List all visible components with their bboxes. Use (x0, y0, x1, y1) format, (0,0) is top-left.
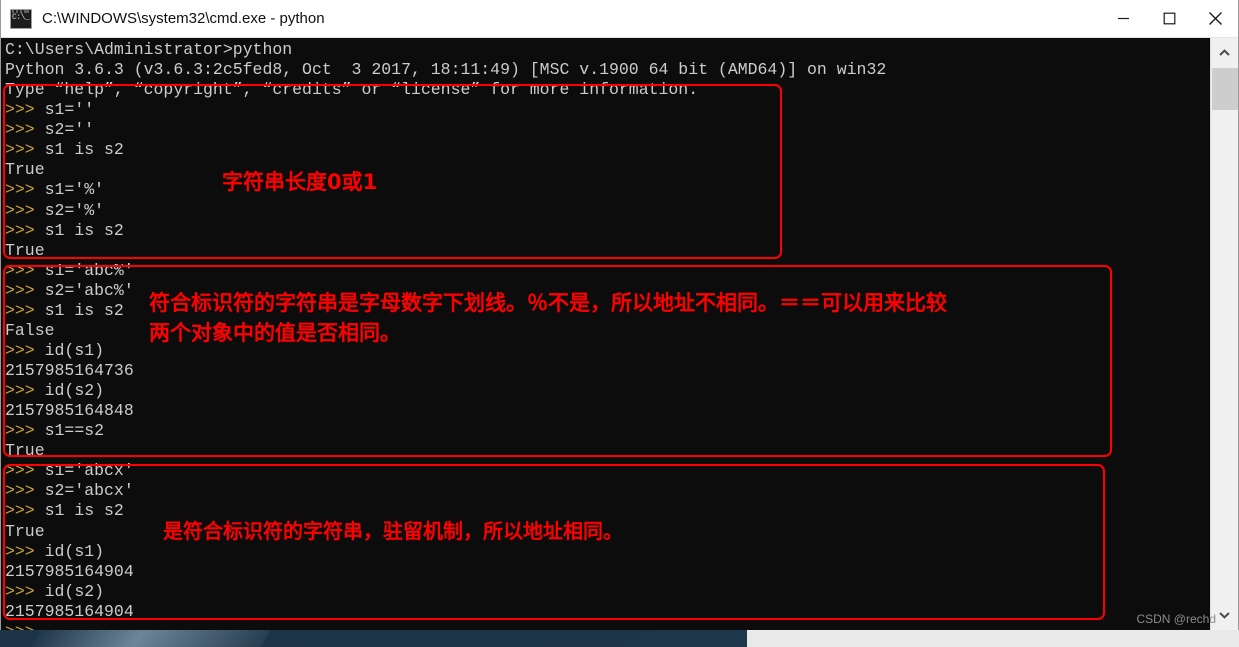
console-prompt: >>> (5, 340, 35, 360)
window-controls (1100, 0, 1238, 37)
console-line-text: s2='abc%' (34, 280, 134, 300)
console-line: >>> s1='abcx' (5, 461, 1212, 481)
cmd-window: C:\WINDOWS\system32\cmd.exe - python ) ≡… (0, 0, 1239, 630)
console-line-text: s1==s2 (34, 421, 105, 441)
console-prompt: >>> (5, 220, 35, 240)
console-prompt: >>> (5, 381, 35, 401)
console-line-text: 2157985164904 (5, 561, 134, 581)
console-line: False (5, 321, 1212, 341)
console-line-text: False (5, 320, 55, 340)
console-line-text: id(s2) (34, 381, 105, 401)
console-line: Python 3.6.3 (v3.6.3:2c5fed8, Oct 3 2017… (5, 60, 1212, 80)
console-line-text: 2157985164904 (5, 601, 134, 621)
console-line: >>> id(s2) (5, 582, 1212, 602)
console-prompt: >>> (5, 300, 35, 320)
console-output[interactable]: C:\Users\Administrator>python Python 3.6.… (1, 38, 1212, 630)
console-prompt: >>> (5, 541, 35, 561)
console-line: >>> (5, 622, 1212, 630)
console-line-text: C:\Users\Administrator>python (5, 40, 293, 59)
chevron-up-icon[interactable] (1211, 38, 1238, 68)
screen: C:\WINDOWS\system32\cmd.exe - python ) ≡… (0, 0, 1239, 647)
console-line: True (5, 441, 1212, 461)
console-prompt: >>> (5, 100, 35, 120)
console-prompt: >>> (5, 622, 35, 630)
console-line-text: s1 is s2 (34, 140, 124, 160)
console-line-text: 2157985164736 (5, 361, 134, 380)
cmd-icon (10, 8, 32, 29)
console-line: >>> s2='abc%' (5, 281, 1212, 301)
console-line: >>> s2='%' (5, 201, 1212, 221)
console-prompt: >>> (5, 120, 35, 140)
console-line-text: s2='%' (34, 200, 105, 220)
console-line: >>> s1='%' (5, 180, 1212, 200)
console-line-text: s2='abcx' (34, 481, 134, 501)
console-line: >>> s1 is s2 (5, 140, 1212, 160)
console-line-text: s2='' (34, 120, 95, 140)
console-line-text: s1='abcx' (34, 461, 134, 481)
console-prompt: >>> (5, 280, 35, 300)
console-line: >>> s1 is s2 (5, 301, 1212, 321)
console-line: >>> id(s1) (5, 542, 1212, 562)
console-line-text: True (5, 240, 45, 260)
minimize-button[interactable] (1100, 0, 1146, 37)
console-line: >>> s2='' (5, 120, 1212, 140)
console-line: >>> s2='abcx' (5, 481, 1212, 501)
title-bar[interactable]: C:\WINDOWS\system32\cmd.exe - python (1, 0, 1238, 38)
console-line: >>> s1==s2 (5, 421, 1212, 441)
console-line-text: s1 is s2 (34, 220, 124, 240)
console-line-text: s1='abc%' (34, 260, 134, 280)
console-prompt: >>> (5, 421, 35, 441)
console-line: True (5, 160, 1212, 180)
console-line-text: True (5, 521, 45, 541)
console-line-text: s1='' (34, 100, 95, 120)
console-line: 2157985164736 (5, 361, 1212, 381)
console-line: Type “help”, “copyright”, “credits” or “… (5, 80, 1212, 100)
console-area[interactable]: ) ≡ 人 ) as C:\Users\Administrator>python… (1, 38, 1238, 630)
csdn-watermark: CSDN @rechd (1136, 612, 1216, 626)
console-line: >>> s1='abc%' (5, 261, 1212, 281)
console-prompt: >>> (5, 260, 35, 280)
console-prompt: >>> (5, 481, 35, 501)
window-title: C:\WINDOWS\system32\cmd.exe - python (42, 10, 325, 27)
console-line-text: True (5, 441, 45, 461)
console-line: >>> s1 is s2 (5, 221, 1212, 241)
console-line-text: Type “help”, “copyright”, “credits” or “… (5, 80, 699, 100)
console-line: 2157985164904 (5, 562, 1212, 582)
console-line: C:\Users\Administrator>python (5, 40, 1212, 60)
console-prompt: >>> (5, 140, 35, 160)
console-line: >>> s1 is s2 (5, 501, 1212, 521)
console-line: True (5, 241, 1212, 261)
console-prompt: >>> (5, 581, 35, 601)
console-line-text: Python 3.6.3 (v3.6.3:2c5fed8, Oct 3 2017… (5, 60, 887, 80)
console-line-text: s1 is s2 (34, 300, 124, 320)
scrollbar-thumb[interactable] (1212, 68, 1238, 110)
console-prompt: >>> (5, 461, 35, 481)
console-line: 2157985164848 (5, 401, 1212, 421)
console-line: >>> s1='' (5, 100, 1212, 120)
console-line-text: id(s1) (34, 340, 105, 360)
close-button[interactable] (1192, 0, 1238, 37)
console-line-text: True (5, 160, 45, 180)
console-line-text: 2157985164848 (5, 401, 134, 421)
console-line-text: id(s1) (34, 541, 105, 561)
maximize-button[interactable] (1146, 0, 1192, 37)
console-line: >>> id(s1) (5, 341, 1212, 361)
vertical-scrollbar[interactable] (1210, 38, 1238, 630)
console-line-text: s1='%' (34, 180, 105, 200)
console-line: >>> id(s2) (5, 381, 1212, 401)
console-prompt: >>> (5, 200, 35, 220)
console-line-text: s1 is s2 (34, 501, 124, 521)
console-line: True (5, 522, 1212, 542)
console-line-text: id(s2) (34, 581, 105, 601)
console-prompt: >>> (5, 180, 35, 200)
console-line: 2157985164904 (5, 602, 1212, 622)
console-prompt: >>> (5, 501, 35, 521)
